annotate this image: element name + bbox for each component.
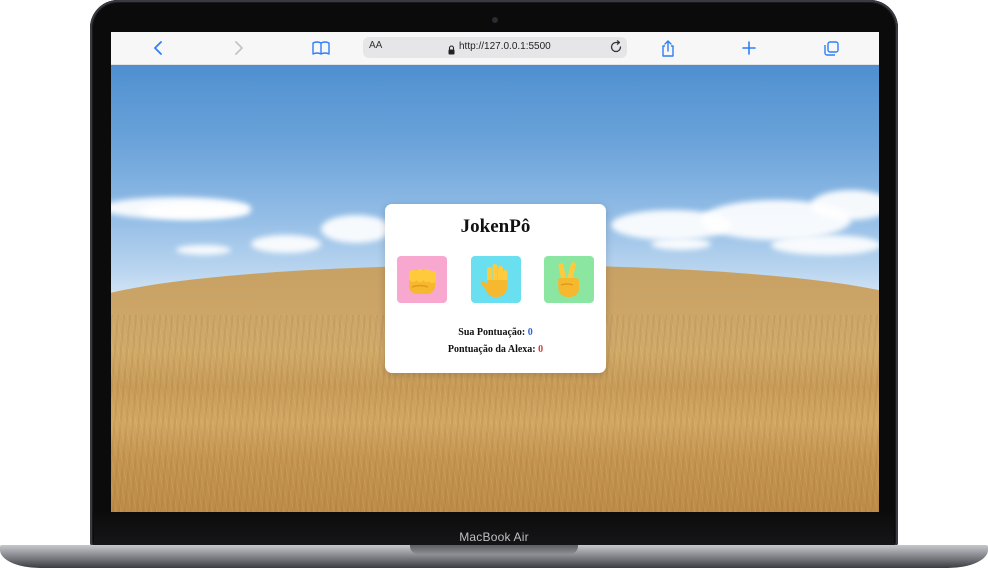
cloud [321,215,391,243]
laptop-notch [410,545,578,554]
cloud [251,235,321,253]
screen: AA http://127.0.0.1:5500 JokenPô Sua Pon… [111,32,879,512]
rock-button[interactable] [397,256,447,303]
victory-hand-icon [558,261,579,297]
game-title: JokenPô [460,216,531,237]
tabs-icon[interactable] [821,38,841,58]
share-icon[interactable] [658,38,678,58]
url-text: http://127.0.0.1:5500 [459,41,551,52]
user-score-label: Sua Pontuação: [458,327,526,338]
camera [492,17,498,23]
page-background: JokenPô Sua Pontuação: 0 Pontuação da Al… [111,65,879,512]
cpu-score-value: 0 [538,344,544,355]
cpu-score-line: Pontuação da Alexa: 0 [385,344,606,355]
scissors-button[interactable] [544,256,594,303]
cloud [141,203,251,219]
lock-icon [448,42,455,55]
cloud [651,238,711,250]
cloud [176,245,231,255]
browser-toolbar: AA http://127.0.0.1:5500 [111,32,879,65]
forward-icon[interactable] [229,38,249,58]
user-score-line: Sua Pontuação: 0 [385,327,606,338]
paper-button[interactable] [471,256,521,303]
back-icon[interactable] [148,38,168,58]
address-bar[interactable]: AA http://127.0.0.1:5500 [363,37,627,58]
cpu-score-label: Pontuação da Alexa: [447,344,536,355]
fist-icon [409,268,436,294]
game-card: JokenPô Sua Pontuação: 0 Pontuação da Al… [385,204,606,373]
bookmarks-icon[interactable] [311,38,331,58]
user-score-value: 0 [527,327,533,338]
text-size-button[interactable]: AA [369,40,382,51]
new-tab-icon[interactable] [739,38,759,58]
model-label: MacBook Air [459,530,529,544]
cloud [771,235,879,255]
reload-icon[interactable] [609,40,623,54]
open-hand-icon [480,263,508,297]
